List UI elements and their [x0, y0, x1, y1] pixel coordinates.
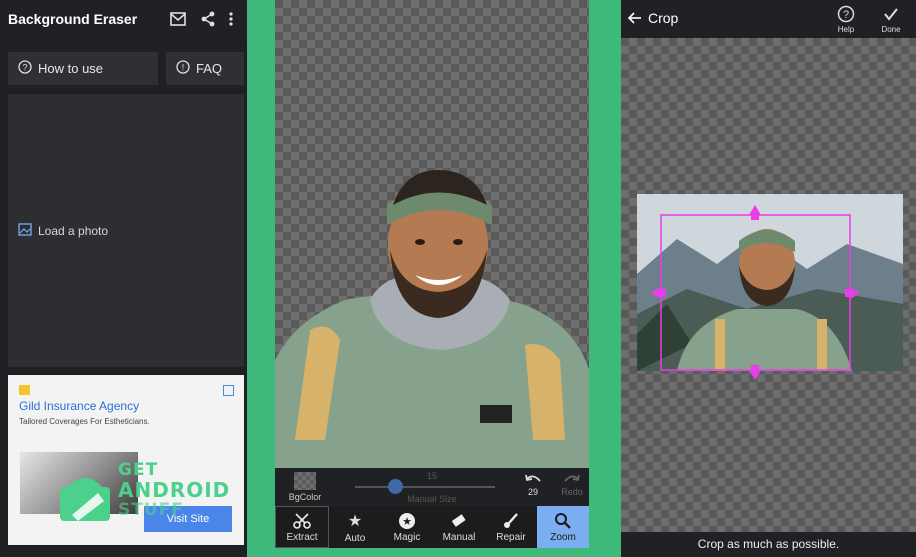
screenshot-collage: Background Eraser ? How to use ! FAQ Loa… [0, 0, 916, 557]
app-bar: Background Eraser [0, 0, 247, 38]
tool-label: Zoom [550, 531, 576, 543]
brush-icon [504, 512, 518, 528]
watermark-line3: STUFF [118, 500, 184, 520]
zoom-icon [555, 512, 571, 529]
tool-bar: Extract ★ Auto ★ Magic Manual Repair Zoo… [275, 506, 589, 548]
tool-label: Repair [496, 531, 526, 543]
subject-cutout [275, 170, 589, 468]
load-photo-button[interactable]: Load a photo [8, 94, 244, 367]
undo-count: 29 [527, 487, 538, 497]
watermark: GET ANDROID STUFF [58, 460, 258, 530]
crop-app-bar: Crop ? Help Done [621, 0, 916, 38]
watermark-line2: ANDROID [118, 478, 231, 502]
how-to-use-button[interactable]: ? How to use [8, 52, 158, 85]
help-button[interactable]: ? Help [833, 5, 859, 34]
crop-frame[interactable] [621, 38, 916, 532]
crop-handle-right[interactable] [850, 287, 860, 299]
redo-label: Redo [561, 487, 583, 497]
how-to-use-label: How to use [38, 61, 104, 76]
size-slider-handle[interactable] [388, 479, 403, 494]
svg-text:★: ★ [402, 515, 412, 528]
help-label: Help [837, 25, 855, 34]
crop-hint: Crop as much as possible. [621, 532, 916, 557]
watermark-line1: GET [118, 460, 159, 480]
share-icon[interactable] [193, 11, 223, 27]
faq-label: FAQ [196, 61, 223, 76]
adchoices-icon[interactable] [223, 385, 234, 396]
tool-auto[interactable]: ★ Auto [329, 506, 381, 548]
crop-canvas[interactable] [621, 38, 916, 532]
android-logo-icon [60, 478, 110, 521]
tool-extract[interactable]: Extract [275, 506, 329, 548]
edit-canvas[interactable] [275, 0, 589, 468]
image-icon [18, 222, 32, 239]
editor-screen: BgColor 15 Manual Size 29 Redo Extract ★ [275, 0, 589, 557]
mail-icon[interactable] [163, 12, 193, 26]
done-label: Done [881, 25, 901, 34]
tool-label: Auto [344, 532, 366, 544]
app-title: Background Eraser [8, 11, 138, 27]
redo-icon [564, 474, 580, 482]
crop-handle-left[interactable] [651, 287, 661, 299]
tool-zoom[interactable]: Zoom [537, 506, 589, 548]
crop-title: Crop [648, 10, 679, 26]
faq-button[interactable]: ! FAQ [166, 52, 244, 85]
tool-options-bar: BgColor 15 Manual Size 29 Redo [275, 468, 589, 506]
svg-text:?: ? [843, 9, 849, 21]
check-icon [884, 8, 898, 21]
size-slider-track[interactable] [355, 486, 495, 488]
undo-icon [525, 474, 541, 482]
magic-star-icon: ★ [399, 512, 415, 529]
tool-manual[interactable]: Manual [433, 506, 485, 548]
ad-subtitle: Tailored Coverages For Estheticians. [19, 417, 150, 426]
undo-button[interactable]: 29 [523, 473, 543, 497]
back-button[interactable]: Crop [628, 10, 678, 26]
more-vert-icon[interactable] [223, 12, 239, 26]
scissors-icon [293, 512, 311, 529]
load-photo-label: Load a photo [38, 223, 109, 238]
tool-label: Extract [286, 531, 318, 543]
redo-button[interactable]: Redo [560, 473, 584, 497]
eraser-icon [451, 513, 466, 527]
tool-label: Manual [442, 531, 476, 543]
ad-title[interactable]: Gild Insurance Agency [19, 399, 139, 413]
tool-repair[interactable]: Repair [485, 506, 537, 548]
tool-magic[interactable]: ★ Magic [381, 506, 433, 548]
crop-handle-bottom[interactable] [749, 370, 761, 380]
crop-screen: Crop ? Help Done Crop as much as possibl… [621, 0, 916, 557]
arrow-back-icon [628, 12, 641, 24]
star-icon: ★ [347, 512, 363, 530]
help-buttons: ? How to use ! FAQ [8, 52, 244, 85]
crop-handle-top[interactable] [749, 205, 761, 215]
info-circle-icon: ! [176, 60, 190, 77]
svg-text:?: ? [22, 63, 27, 73]
help-circle-icon: ? [18, 60, 32, 77]
done-button[interactable]: Done [878, 5, 904, 34]
ad-badge-icon [19, 385, 30, 395]
svg-text:!: ! [182, 63, 185, 73]
help-circle-icon: ? [837, 5, 855, 23]
tool-label: Magic [393, 531, 421, 543]
